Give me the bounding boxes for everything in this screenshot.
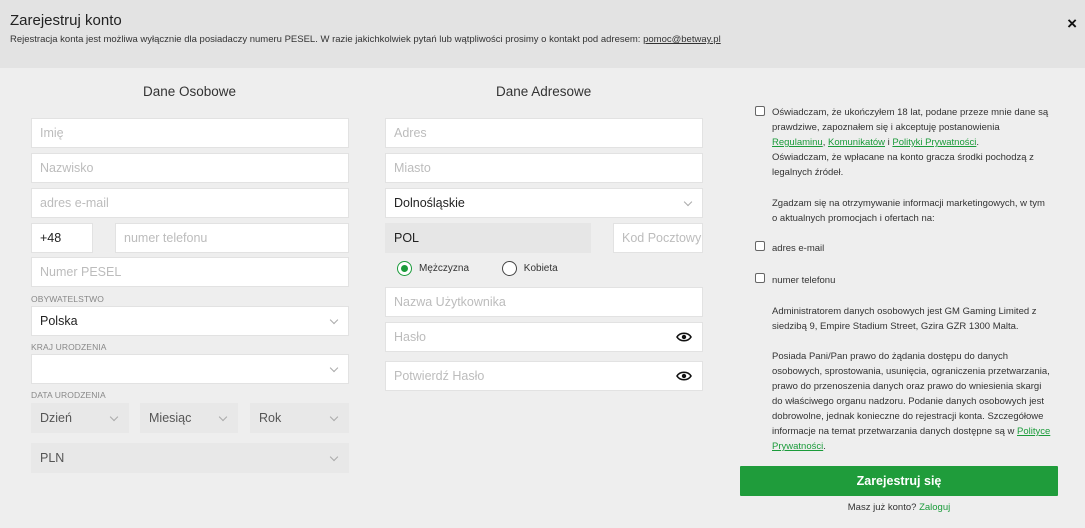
eye-icon[interactable] [676, 370, 692, 382]
phone-input[interactable]: numer telefonu [115, 223, 349, 253]
subtitle-text: Rejestracja konta jest możliwa wyłącznie… [10, 34, 644, 45]
close-icon[interactable]: × [1067, 14, 1077, 34]
data-admin-text: Administratorem danych osobowych jest GM… [772, 306, 1037, 332]
phone-prefix-input[interactable]: +48 [31, 223, 93, 253]
dob-label: DATA URODZENIA [31, 390, 106, 400]
confirm-password-field[interactable]: Potwierdź Hasło [385, 361, 703, 391]
gender-female-label: Kobieta [523, 263, 558, 274]
gender-male-label: Mężczyzna [419, 263, 470, 274]
password-placeholder: Hasło [394, 330, 426, 344]
privacy-policy-link[interactable]: Polityki Prywatności [892, 137, 976, 148]
gender-male-radio[interactable]: Mężczyzna [397, 261, 469, 276]
marketing-email-label: adres e-mail [772, 243, 825, 254]
marketing-email-checkbox[interactable] [755, 241, 765, 251]
data-rights-end: . [823, 441, 826, 452]
login-prompt: Masz już konto? Zaloguj [740, 502, 1058, 513]
first-name-input[interactable]: Imię [31, 118, 349, 148]
dob-day-select[interactable]: Dzień [31, 403, 129, 433]
citizenship-select[interactable]: Polska [31, 306, 349, 336]
radio-empty-icon [501, 261, 517, 276]
modal-title: Zarejestruj konto [10, 12, 122, 29]
data-rights-text: Posiada Pani/Pan prawo do żądania dostęp… [772, 349, 1052, 454]
confirm-password-placeholder: Potwierdź Hasło [394, 369, 485, 383]
marketing-phone-label: numer telefonu [772, 275, 836, 286]
marketing-phone-checkbox[interactable] [755, 273, 765, 283]
funds-declaration-text: Oświadczam, że wpłacane na konto gracza … [772, 152, 1034, 178]
modal-header: Zarejestruj konto Rejestracja konta jest… [0, 0, 1085, 68]
data-rights-body: Posiada Pani/Pan prawo do żądania dostęp… [772, 351, 1050, 437]
username-input[interactable]: Nazwa Użytkownika [385, 287, 703, 317]
dob-year-select[interactable]: Rok [250, 403, 349, 433]
password-field[interactable]: Hasło [385, 322, 703, 352]
age-consent-part1: Oświadczam, że ukończyłem 18 lat, podane… [772, 107, 1049, 133]
city-input[interactable]: Miasto [385, 153, 703, 183]
country-input: POL [385, 223, 591, 253]
last-name-input[interactable]: Nazwisko [31, 153, 349, 183]
gender-female-radio[interactable]: Kobieta [501, 261, 558, 276]
birth-country-select[interactable] [31, 354, 349, 384]
address-input[interactable]: Adres [385, 118, 703, 148]
register-button[interactable]: Zarejestruj się [740, 466, 1058, 496]
eye-icon[interactable] [676, 331, 692, 343]
personal-heading: Dane Osobowe [143, 84, 237, 99]
currency-select[interactable]: PLN [31, 443, 349, 473]
age-consent-checkbox[interactable] [755, 106, 765, 116]
dob-month-select[interactable]: Miesiąc [140, 403, 238, 433]
modal-subtitle: Rejestracja konta jest możliwa wyłącznie… [10, 34, 721, 45]
radio-selected-icon [397, 261, 412, 276]
terms-link[interactable]: Regulaminu [772, 137, 823, 148]
pesel-input[interactable]: Numer PESEL [31, 257, 349, 287]
postal-code-input[interactable]: Kod Pocztowy [613, 223, 703, 253]
birth-country-label: KRAJ URODZENIA [31, 342, 107, 352]
support-email-link[interactable]: pomoc@betway.pl [643, 34, 721, 45]
email-input[interactable]: adres e-mail [31, 188, 349, 218]
region-select[interactable]: Dolnośląskie [385, 188, 703, 218]
login-link[interactable]: Zaloguj [919, 502, 950, 513]
registration-form: Dane Osobowe Imię Nazwisko adres e-mail … [0, 68, 1085, 528]
have-account-text: Masz już konto? [847, 502, 920, 513]
marketing-consent-text: Zgadzam się na otrzymywanie informacji m… [772, 198, 1045, 224]
age-consent-text: Oświadczam, że ukończyłem 18 lat, podane… [772, 105, 1052, 180]
gender-radio-group: Mężczyzna Kobieta [397, 261, 558, 279]
address-heading: Dane Adresowe [496, 84, 592, 99]
age-consent-period: . [976, 137, 979, 148]
announcements-link[interactable]: Komunikatów [828, 137, 885, 148]
citizenship-label: OBYWATELSTWO [31, 294, 104, 304]
